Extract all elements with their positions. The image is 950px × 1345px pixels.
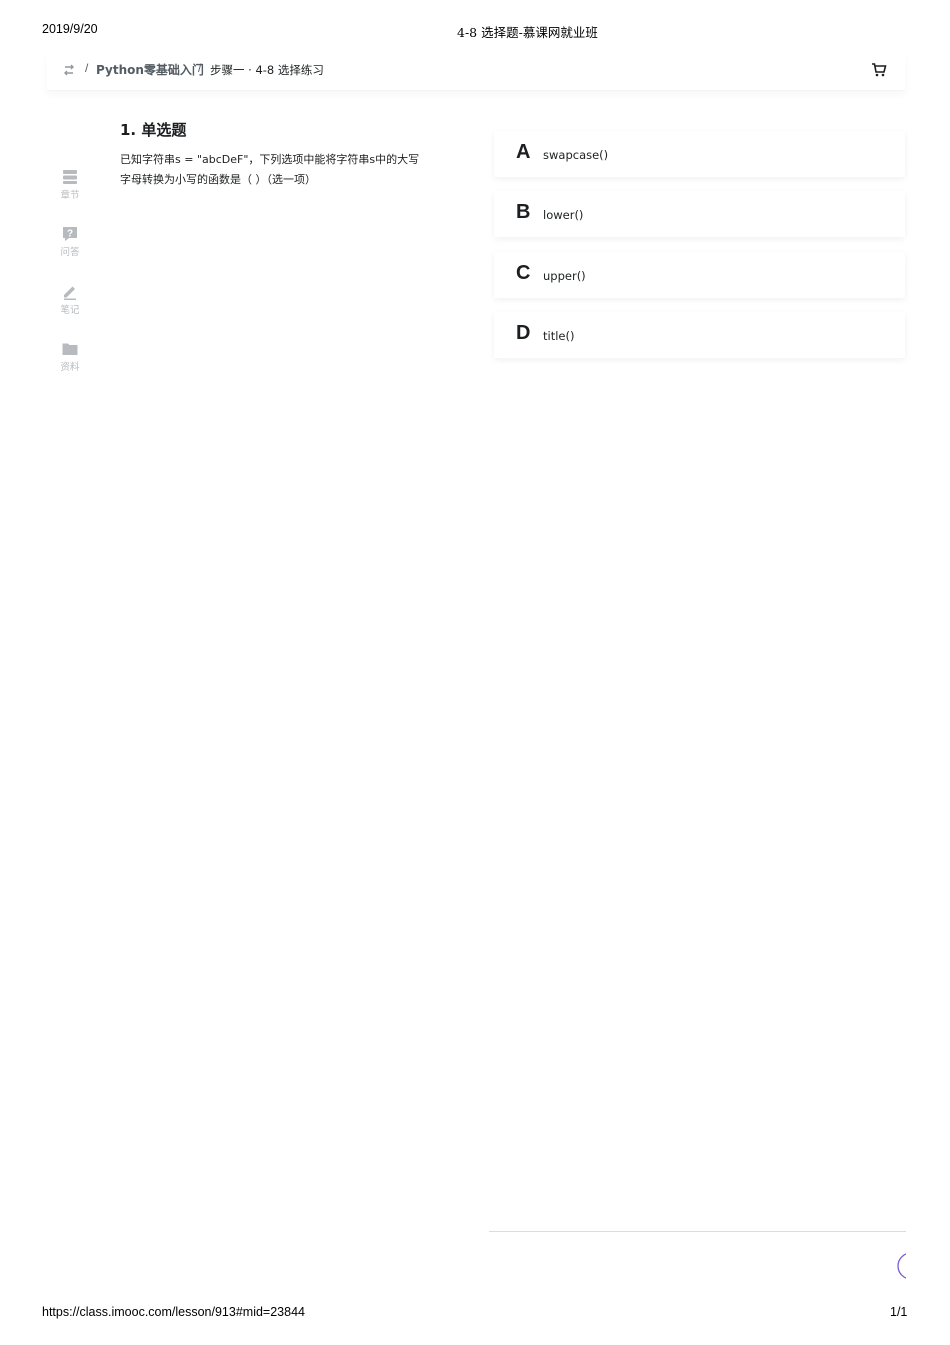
sidebar-item-notes[interactable]: 笔记 (50, 283, 90, 316)
option-letter: C (516, 262, 531, 284)
print-page-number: 1/1 (890, 1305, 908, 1319)
option-text: upper() (543, 269, 586, 283)
folder-icon (50, 340, 90, 358)
pencil-icon (50, 283, 90, 301)
option-text: title() (543, 329, 575, 343)
sidebar-item-qa[interactable]: ? 问答 (50, 225, 90, 258)
shopping-cart-icon[interactable] (871, 62, 887, 78)
sidebar-item-label: 章节 (60, 190, 80, 201)
sidebar-item-label: 问答 (60, 247, 80, 258)
floating-action-button[interactable] (896, 1251, 906, 1281)
chapter-list-icon (50, 168, 90, 186)
breadcrumb-current-step: 步骤一 · 4-8 选择练习 (210, 63, 324, 77)
switch-arrows-icon[interactable] (62, 62, 76, 76)
question-icon: ? (50, 225, 90, 243)
sidebar-item-materials[interactable]: 资料 (50, 340, 90, 373)
print-url: https://class.imooc.com/lesson/913#mid=2… (42, 1305, 305, 1319)
bottom-divider (489, 1231, 906, 1232)
option-letter: B (516, 201, 531, 223)
print-title: 4-8 选择题-慕课网就业班 (457, 25, 598, 40)
question-title: 1. 单选题 (120, 121, 187, 139)
sidebar-item-label: 资料 (60, 362, 80, 373)
question-text: 已知字符串s = "abcDeF"，下列选项中能将字符串s中的大写字母转换为小写… (120, 153, 420, 186)
option-c[interactable]: C upper() (494, 252, 905, 298)
sidebar-item-label: 笔记 (60, 305, 80, 316)
breadcrumb-separator: / (198, 61, 202, 75)
print-header: 2019/9/20 4-8 选择题-慕课网就业班 (0, 22, 950, 40)
option-d[interactable]: D title() (494, 312, 905, 358)
sidebar-item-chapters[interactable]: 章节 (50, 168, 90, 201)
top-bar: / Python零基础入门 / 步骤一 · 4-8 选择练习 (47, 52, 905, 91)
option-letter: D (516, 322, 531, 344)
option-text: swapcase() (543, 148, 609, 162)
print-date: 2019/9/20 (42, 22, 98, 36)
option-a[interactable]: A swapcase() (494, 131, 905, 177)
breadcrumb-separator: / (85, 61, 89, 75)
option-text: lower() (543, 208, 584, 222)
print-footer: https://class.imooc.com/lesson/913#mid=2… (0, 1305, 950, 1323)
breadcrumb-course-link[interactable]: Python零基础入门 (96, 61, 204, 78)
option-b[interactable]: B lower() (494, 191, 905, 237)
svg-text:?: ? (67, 229, 73, 240)
option-letter: A (516, 141, 531, 163)
